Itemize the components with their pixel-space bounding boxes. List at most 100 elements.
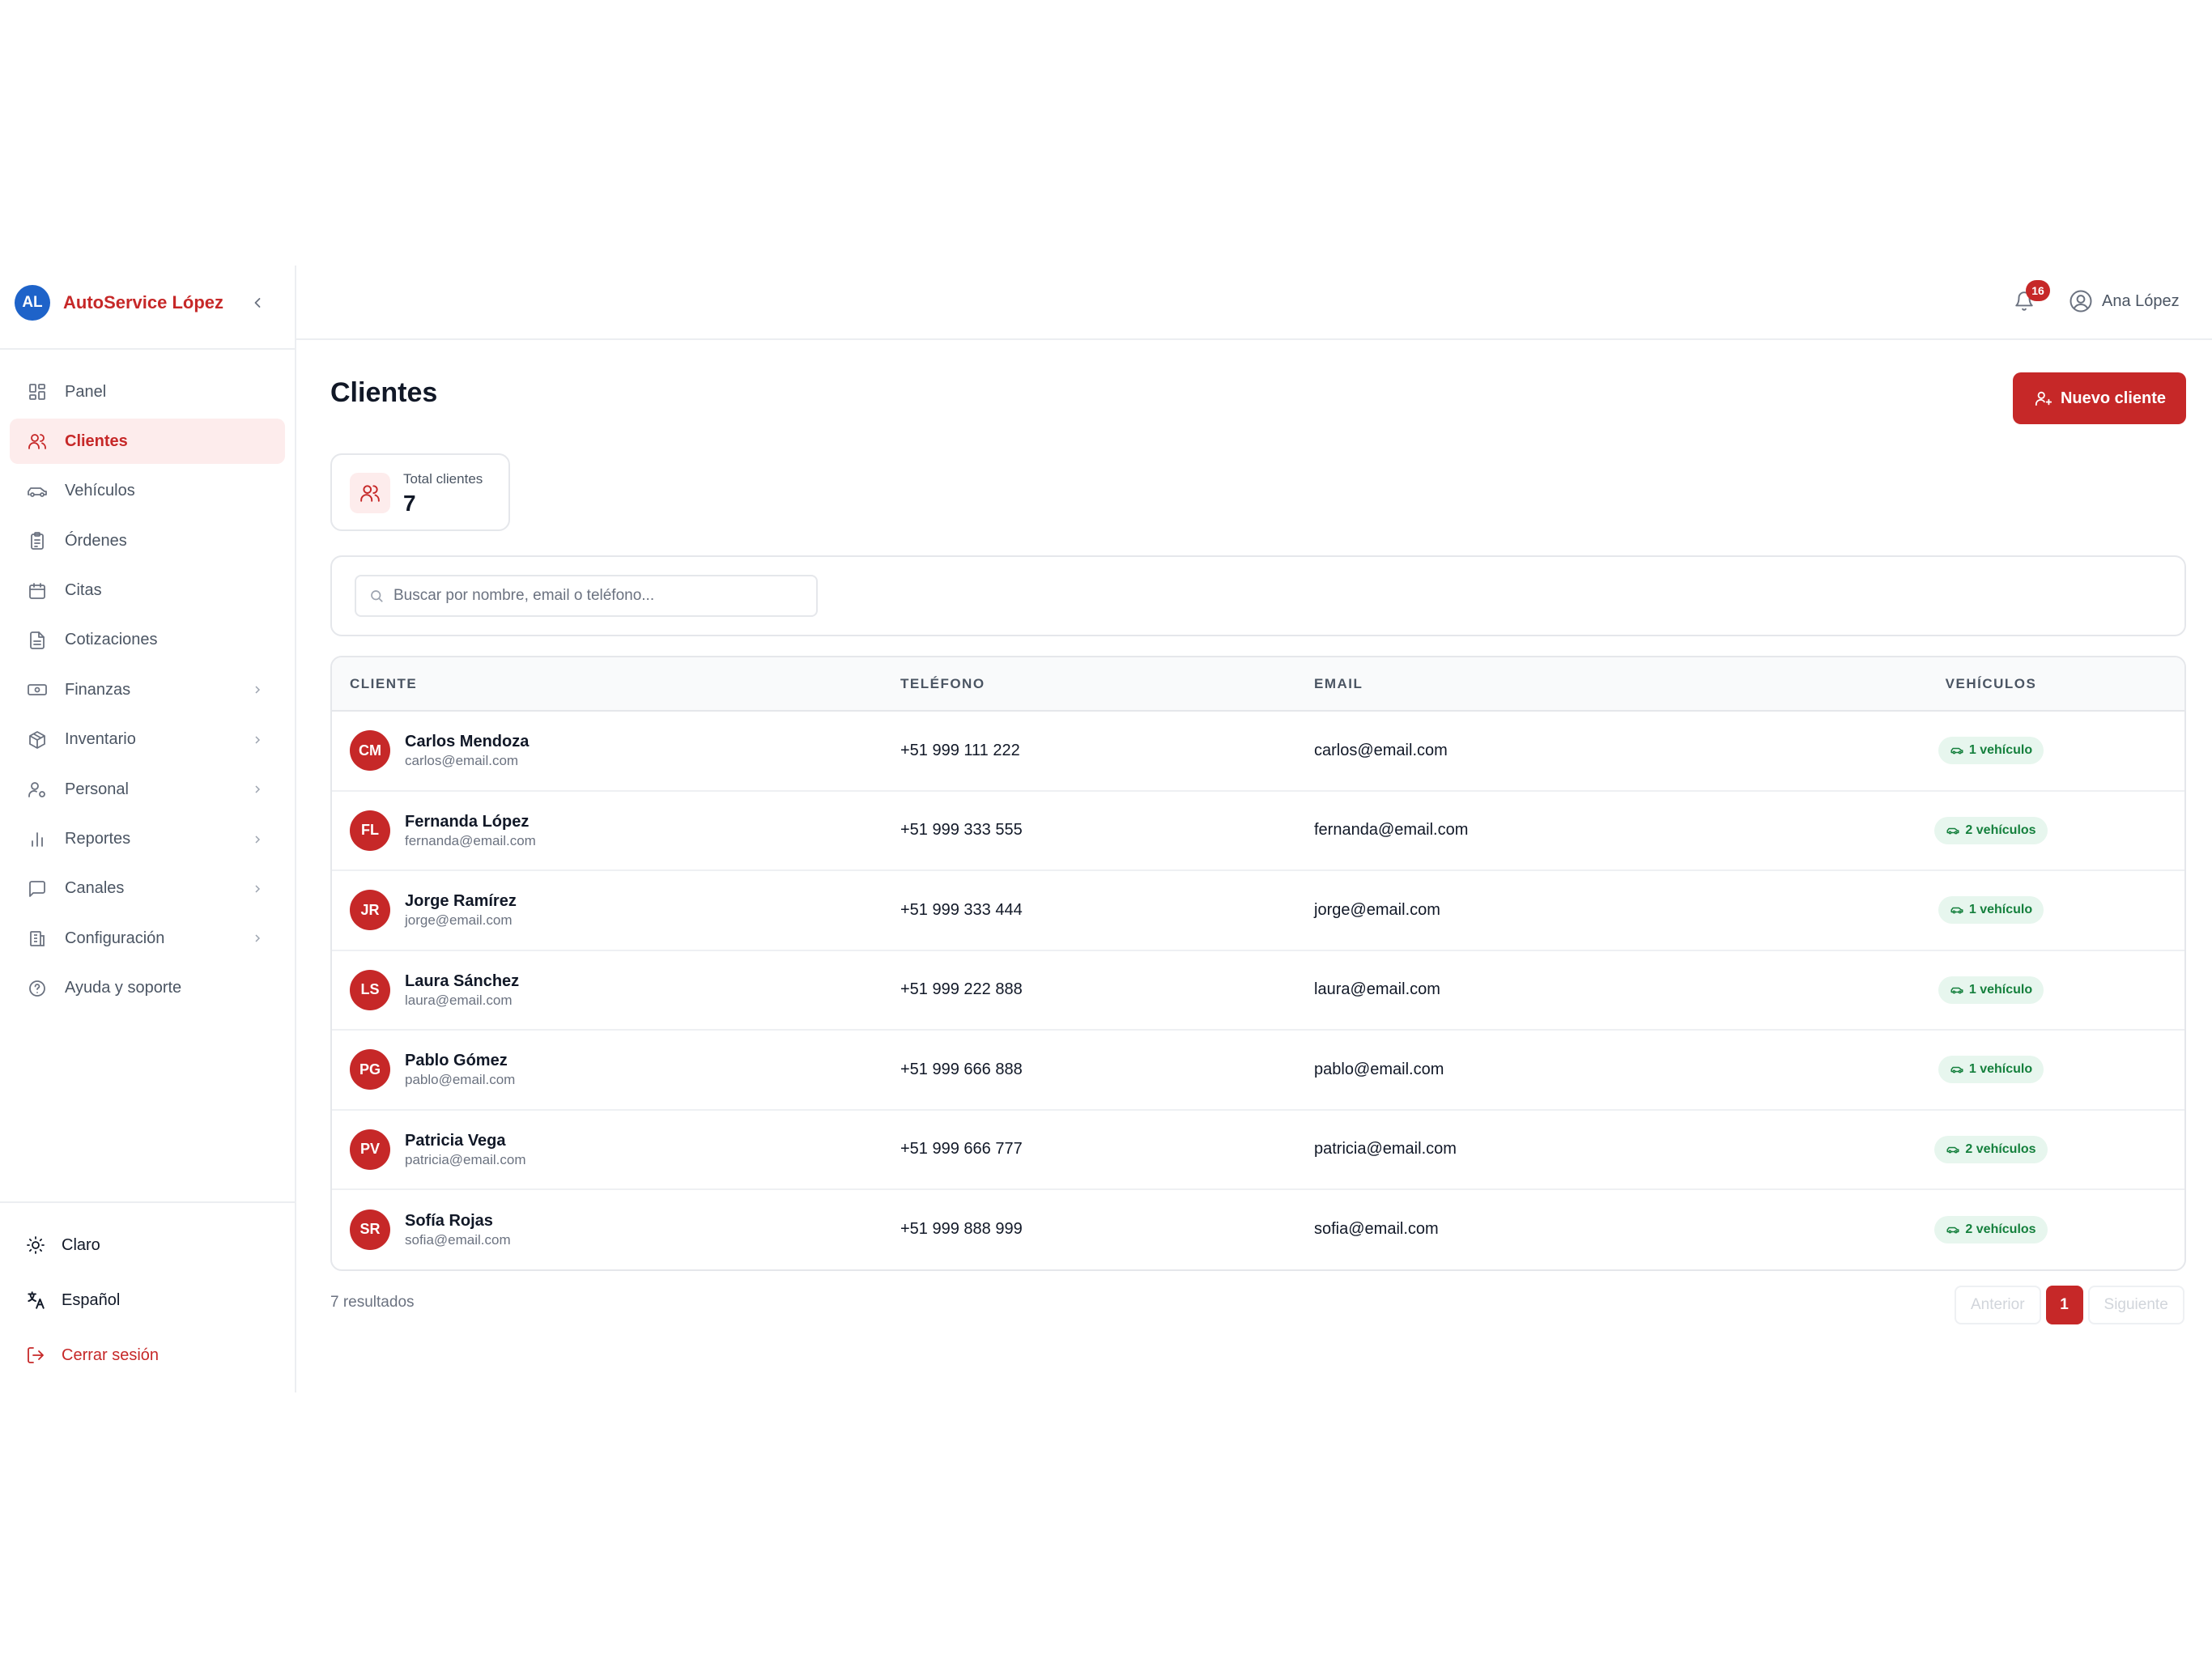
avatar: CM <box>350 730 390 772</box>
column-header-telefono[interactable]: TELÉFONO <box>900 657 1314 711</box>
chevron-left-icon <box>254 298 261 308</box>
vehicles-badge[interactable]: 2 vehículos <box>1934 1215 2048 1244</box>
table-row[interactable]: FL Fernanda López fernanda@email.com +51… <box>332 791 2184 870</box>
dashboard-icon <box>26 380 49 403</box>
prev-page-button[interactable]: Anterior <box>1955 1286 2041 1324</box>
avatar: JR <box>350 890 390 931</box>
email-cell: jorge@email.com <box>1314 900 1440 919</box>
vehicles-cell: 1 vehículo <box>1797 1030 2184 1110</box>
car-icon <box>1946 1142 1960 1157</box>
vehicles-count: 2 vehículos <box>1965 823 2036 837</box>
client-name[interactable]: Laura Sánchez <box>405 971 519 992</box>
email-cell: fernanda@email.com <box>1314 821 1469 840</box>
user-plus-icon <box>2033 388 2054 409</box>
client-email-sub: carlos@email.com <box>405 753 519 769</box>
vehicles-badge[interactable]: 1 vehículo <box>1938 1056 2044 1084</box>
client-email-sub: laura@email.com <box>405 992 513 1008</box>
document-icon <box>26 629 49 652</box>
client-cell: PV Patricia Vega patricia@email.com <box>332 1110 900 1190</box>
client-email-sub: jorge@email.com <box>405 912 513 929</box>
client-name[interactable]: Carlos Mendoza <box>405 731 529 752</box>
theme-label: Claro <box>62 1235 100 1254</box>
column-header-email[interactable]: EMAIL <box>1314 657 1797 711</box>
results-count: 7 resultados <box>330 1294 415 1311</box>
clients-table: CLIENTE TELÉFONO EMAIL VEHÍCULOS CM Carl… <box>330 656 2186 1271</box>
table-row[interactable]: PV Patricia Vega patricia@email.com +51 … <box>332 1110 2184 1190</box>
language-toggle[interactable]: Español <box>24 1289 120 1312</box>
brand-header: AL AutoService López <box>0 266 295 350</box>
page-number-button[interactable]: 1 <box>2045 1286 2083 1324</box>
column-header-cliente[interactable]: CLIENTE <box>332 657 900 711</box>
avatar: SR <box>350 1209 390 1250</box>
vehicles-cell: 2 vehículos <box>1797 1189 2184 1269</box>
notifications-button[interactable]: 16 <box>2006 280 2050 319</box>
email-cell: laura@email.com <box>1314 980 1440 999</box>
top-bar: 16 Ana López <box>296 266 2212 340</box>
vehicles-badge[interactable]: 1 vehículo <box>1938 896 2044 925</box>
sidebar-item-citas[interactable]: Citas <box>10 568 285 614</box>
collapse-sidebar-button[interactable] <box>243 288 272 317</box>
notifications-badge: 16 <box>2026 280 2050 301</box>
vehicles-count: 1 vehículo <box>1968 903 2033 917</box>
client-name[interactable]: Sofía Rojas <box>405 1210 511 1231</box>
help-circle-icon <box>26 977 49 1000</box>
table-row[interactable]: JR Jorge Ramírez jorge@email.com +51 999… <box>332 870 2184 950</box>
sidebar-item-reportes[interactable]: Reportes <box>10 817 285 862</box>
sidebar-item-configuracion[interactable]: Configuración <box>10 916 285 961</box>
new-client-button[interactable]: Nuevo cliente <box>2013 372 2186 424</box>
client-cell: SR Sofía Rojas sofia@email.com <box>332 1189 900 1269</box>
client-name[interactable]: Patricia Vega <box>405 1130 526 1151</box>
car-icon <box>1950 983 1964 997</box>
chevron-right-icon <box>248 929 267 948</box>
table-header-row: CLIENTE TELÉFONO EMAIL VEHÍCULOS <box>332 657 2184 711</box>
sidebar-item-vehiculos[interactable]: Vehículos <box>10 469 285 514</box>
theme-toggle[interactable]: Claro <box>24 1234 100 1256</box>
sidebar-item-inventario[interactable]: Inventario <box>10 717 285 763</box>
sidebar-item-clientes[interactable]: Clientes <box>10 419 285 465</box>
table-row[interactable]: SR Sofía Rojas sofia@email.com +51 999 8… <box>332 1189 2184 1269</box>
table-row[interactable]: CM Carlos Mendoza carlos@email.com +51 9… <box>332 711 2184 791</box>
column-header-vehiculos[interactable]: VEHÍCULOS <box>1797 657 2184 711</box>
user-cog-icon <box>26 778 49 801</box>
client-email-sub: fernanda@email.com <box>405 832 536 848</box>
vehicles-badge[interactable]: 1 vehículo <box>1938 737 2044 765</box>
vehicles-badge[interactable]: 1 vehículo <box>1938 976 2044 1004</box>
table-row[interactable]: LS Laura Sánchez laura@email.com +51 999… <box>332 950 2184 1030</box>
vehicles-badge[interactable]: 2 vehículos <box>1934 1135 2048 1163</box>
next-page-button[interactable]: Siguiente <box>2087 1286 2184 1324</box>
table-row[interactable]: PG Pablo Gómez pablo@email.com +51 999 6… <box>332 1030 2184 1110</box>
sidebar-item-ordenes[interactable]: Órdenes <box>10 518 285 563</box>
search-input[interactable] <box>392 586 813 606</box>
banknote-icon <box>26 678 49 701</box>
phone-cell: +51 999 666 777 <box>900 1140 1023 1158</box>
sun-icon <box>24 1234 47 1256</box>
vehicles-badge[interactable]: 2 vehículos <box>1934 816 2048 844</box>
sidebar-item-canales[interactable]: Canales <box>10 866 285 912</box>
brand-name: AutoService López <box>63 292 224 312</box>
total-clients-card: Total clientes 7 <box>330 453 510 531</box>
search-icon <box>368 587 385 605</box>
sidebar-item-ayuda[interactable]: Ayuda y soporte <box>10 966 285 1011</box>
email-cell: pablo@email.com <box>1314 1060 1444 1078</box>
sidebar-item-personal[interactable]: Personal <box>10 767 285 812</box>
logout-label: Cerrar sesión <box>62 1346 160 1364</box>
sidebar-item-finanzas[interactable]: Finanzas <box>10 667 285 712</box>
car-icon <box>1950 1062 1964 1077</box>
client-name[interactable]: Jorge Ramírez <box>405 891 517 912</box>
vehicles-count: 1 vehículo <box>1968 743 2033 758</box>
avatar: PG <box>350 1049 390 1090</box>
client-name[interactable]: Pablo Gómez <box>405 1050 515 1071</box>
client-name[interactable]: Fernanda López <box>405 811 536 832</box>
logout-button[interactable]: Cerrar sesión <box>24 1344 159 1367</box>
chevron-right-icon <box>248 830 267 849</box>
users-icon <box>26 430 49 453</box>
sidebar-item-panel[interactable]: Panel <box>10 369 285 414</box>
car-icon <box>1946 823 1960 838</box>
sidebar-item-label: Personal <box>65 780 129 798</box>
user-menu[interactable]: Ana López <box>2068 283 2180 319</box>
building-icon <box>26 927 49 950</box>
email-cell: sofia@email.com <box>1314 1220 1439 1239</box>
sidebar-item-cotizaciones[interactable]: Cotizaciones <box>10 618 285 663</box>
sidebar-item-label: Ayuda y soporte <box>65 979 182 997</box>
sidebar-item-label: Clientes <box>65 432 128 450</box>
